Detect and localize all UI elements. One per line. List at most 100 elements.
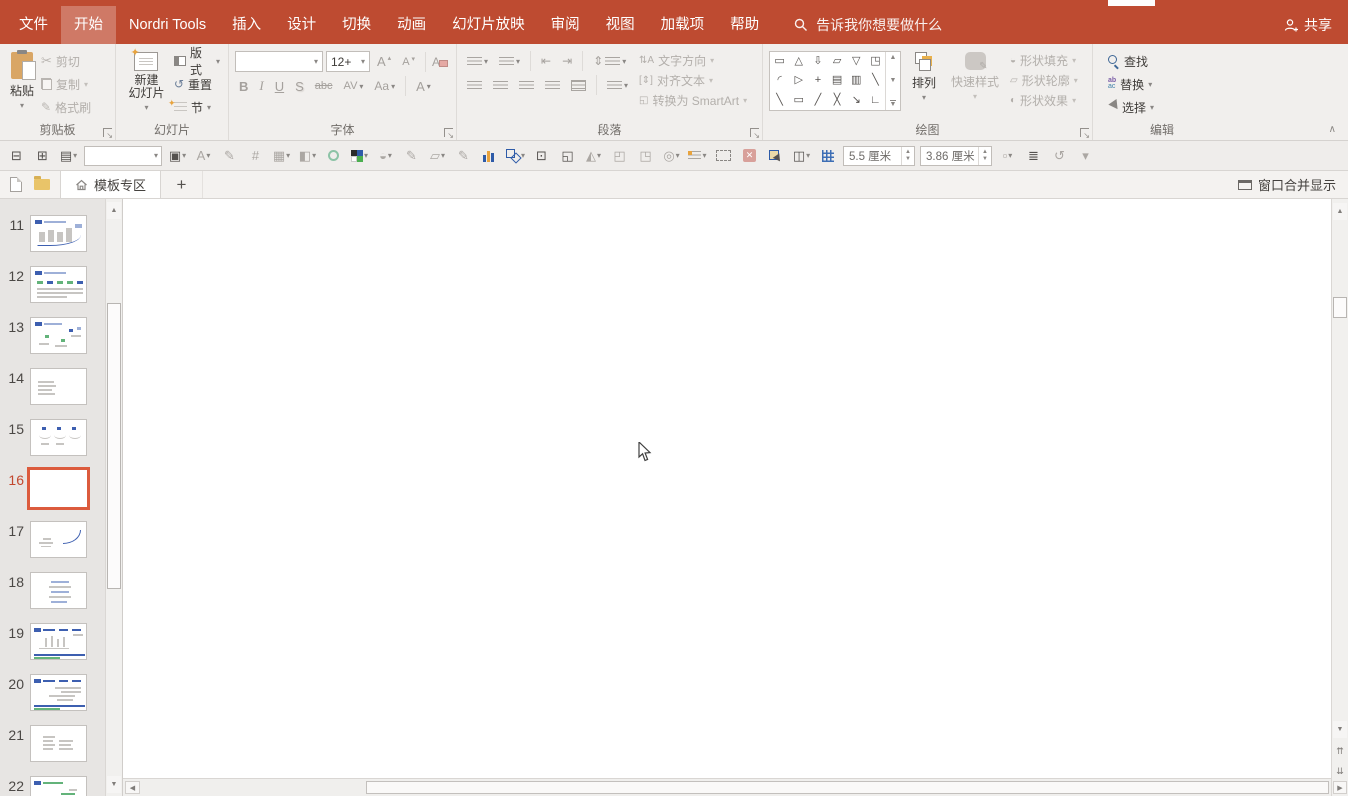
- shape-default-icon[interactable]: ▫▾: [997, 144, 1018, 168]
- new-presentation-icon[interactable]: [10, 177, 22, 192]
- menu-tab-animations[interactable]: 动画: [384, 6, 439, 44]
- clear-formatting-button[interactable]: A: [432, 55, 448, 69]
- previous-slide-button[interactable]: ⇈: [1333, 743, 1347, 760]
- font-color-button[interactable]: A▾: [412, 78, 435, 95]
- equal-size-icon[interactable]: ◫▾: [791, 144, 812, 168]
- gallery-down-icon[interactable]: ▼: [890, 77, 897, 84]
- slide-thumbnail-20[interactable]: [30, 674, 87, 711]
- slide-thumbnail-15[interactable]: [30, 419, 87, 456]
- shape-cell-icon[interactable]: ▽: [852, 56, 860, 67]
- find-button[interactable]: 查找: [1105, 51, 1157, 71]
- shape-outline-button[interactable]: ▱ 形状轮廓▾: [1007, 71, 1081, 90]
- menu-tab-slideshow[interactable]: 幻灯片放映: [439, 6, 538, 44]
- crop-icon[interactable]: ⊡: [531, 144, 552, 168]
- font-select[interactable]: ▾: [84, 146, 162, 166]
- reset-button[interactable]: ↺ 重置: [171, 74, 223, 94]
- distribute-button[interactable]: [567, 78, 590, 93]
- slide-thumbnail-16[interactable]: [30, 470, 87, 507]
- slides-panel-scrollbar[interactable]: ▲ ▼: [105, 199, 122, 796]
- slide-thumbnail-19[interactable]: [30, 623, 87, 660]
- shape-cell-icon[interactable]: ↘: [852, 95, 861, 106]
- height-spinner[interactable]: 3.86 厘米▲▼: [920, 146, 992, 166]
- paragraph-dialog-launcher[interactable]: [750, 128, 759, 137]
- cut-button[interactable]: ✂ 剪切: [38, 51, 94, 71]
- align-right-button[interactable]: [515, 79, 538, 92]
- outline-color-icon[interactable]: ▱▾: [427, 144, 448, 168]
- text-box-icon[interactable]: ▤▾: [58, 144, 79, 168]
- merge-shapes-icon[interactable]: ◎▾: [661, 144, 682, 168]
- bring-front-icon[interactable]: ◰: [609, 144, 630, 168]
- gallery-up-icon[interactable]: ▲: [890, 54, 897, 61]
- format-painter-button[interactable]: ✎ 格式刷: [38, 97, 94, 117]
- menu-tab-view[interactable]: 视图: [593, 6, 648, 44]
- decrease-font-button[interactable]: A▾: [398, 55, 419, 69]
- shape-cell-icon[interactable]: △: [795, 56, 803, 67]
- font-color-icon[interactable]: A▾: [193, 144, 214, 168]
- scroll-up-icon[interactable]: ▲: [1333, 203, 1347, 220]
- decrease-indent-button[interactable]: ⇤: [537, 52, 555, 70]
- numbering-button[interactable]: ▾: [495, 55, 524, 68]
- signin-button[interactable]: [1108, 0, 1155, 6]
- gallery-more-icon[interactable]: ▼: [890, 100, 897, 108]
- italic-button[interactable]: I: [255, 77, 267, 95]
- font-eyedropper-icon[interactable]: ✎: [219, 144, 240, 168]
- picture-layout-icon[interactable]: ◧▾: [297, 144, 318, 168]
- shape-cell-icon[interactable]: ╱: [815, 95, 822, 106]
- window-merge-toggle[interactable]: 窗口合并显示: [1238, 171, 1348, 198]
- bold-button[interactable]: B: [235, 78, 252, 95]
- scroll-down-icon[interactable]: ▼: [1333, 721, 1347, 738]
- slide-thumbnail-11[interactable]: [30, 215, 87, 252]
- slide-thumbnail-17[interactable]: [30, 521, 87, 558]
- slide-thumbnail-22[interactable]: [30, 776, 87, 796]
- menu-tab-review[interactable]: 审阅: [538, 6, 593, 44]
- shape-cell-icon[interactable]: ▭: [794, 95, 804, 106]
- vertical-scrollbar-thumb[interactable]: [1333, 297, 1347, 318]
- strikethrough-button[interactable]: abc: [311, 79, 337, 93]
- slide-thumbnail-13[interactable]: [30, 317, 87, 354]
- width-spinner[interactable]: 5.5 厘米▲▼: [843, 146, 915, 166]
- clipboard-dialog-launcher[interactable]: [103, 128, 112, 137]
- next-slide-button[interactable]: ⇊: [1333, 763, 1347, 780]
- scroll-left-icon[interactable]: ◀: [125, 781, 140, 794]
- circle-shape-icon[interactable]: [323, 144, 344, 168]
- picture-reset-icon[interactable]: ↺: [1049, 144, 1070, 168]
- align-objects-icon[interactable]: ⊟: [6, 144, 27, 168]
- convert-smartart-button[interactable]: ◱ 转换为 SmartArt▾: [636, 91, 750, 110]
- shape-cell-icon[interactable]: ▤: [832, 75, 842, 86]
- copy-button[interactable]: 复制 ▾: [38, 74, 94, 94]
- align-text-button[interactable]: [⇕] 对齐文本▾: [636, 71, 750, 90]
- select-button[interactable]: 选择▾: [1105, 97, 1157, 117]
- close-icon[interactable]: ✕: [739, 144, 760, 168]
- arrange-button[interactable]: 排列 ▾: [901, 49, 947, 122]
- collapse-ribbon-icon[interactable]: ∧: [1329, 124, 1336, 135]
- menu-tab-design[interactable]: 设计: [274, 6, 329, 44]
- menu-tab-addins[interactable]: 加载项: [648, 6, 718, 44]
- send-back-icon[interactable]: ◳: [635, 144, 656, 168]
- text-direction-button[interactable]: ⇅A 文字方向▾: [636, 51, 750, 70]
- shape-cell-icon[interactable]: ▷: [795, 75, 803, 86]
- align-left-button[interactable]: [463, 79, 486, 92]
- replace-button[interactable]: abac 替换▾: [1105, 74, 1157, 94]
- menu-tab-help[interactable]: 帮助: [717, 6, 772, 44]
- color-scheme-icon[interactable]: ▾: [349, 144, 370, 168]
- scroll-up-icon[interactable]: ▲: [107, 202, 121, 219]
- shape-cell-icon[interactable]: ▭: [774, 56, 784, 67]
- shape-cell-icon[interactable]: ⇩: [813, 56, 822, 67]
- tab-template-zone[interactable]: 模板专区: [60, 171, 161, 198]
- paragraph-indent-icon[interactable]: ▾: [687, 144, 708, 168]
- text-shadow-button[interactable]: S: [291, 78, 308, 95]
- chart-icon[interactable]: [479, 144, 500, 168]
- fill-color-icon[interactable]: ◒▾: [375, 144, 396, 168]
- more-tools-icon[interactable]: ▾: [1075, 144, 1096, 168]
- shape-insert-icon[interactable]: ▾: [505, 144, 526, 168]
- shape-cell-icon[interactable]: ╲: [776, 95, 783, 106]
- shape-effects-button[interactable]: ◐ 形状效果▾: [1007, 91, 1081, 110]
- shape-cell-icon[interactable]: ▱: [833, 56, 841, 67]
- increase-indent-button[interactable]: ⇥: [558, 52, 576, 70]
- shape-cell-icon[interactable]: ╲: [872, 75, 879, 86]
- vertical-scrollbar[interactable]: ▲ ▼ ⇈ ⇊ ▶: [1331, 199, 1348, 796]
- underline-button[interactable]: U: [271, 78, 288, 95]
- slide-thumbnail-21[interactable]: [30, 725, 87, 762]
- new-tab-button[interactable]: +: [161, 171, 203, 198]
- justify-button[interactable]: [541, 79, 564, 92]
